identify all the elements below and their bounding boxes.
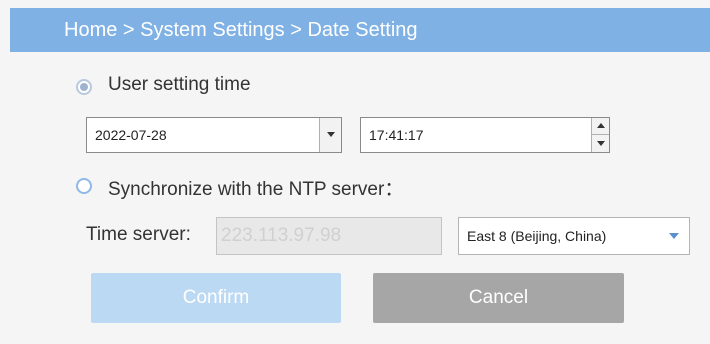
time-server-input[interactable]: 223.113.97.98 xyxy=(216,217,442,255)
cancel-button[interactable]: Cancel xyxy=(373,273,624,323)
spin-down-icon[interactable] xyxy=(592,135,609,152)
time-spinner[interactable]: 17:41:17 xyxy=(360,117,610,153)
date-value: 2022-07-28 xyxy=(95,127,167,143)
user-setting-radio[interactable] xyxy=(76,79,92,95)
user-setting-label[interactable]: User setting time xyxy=(108,74,251,96)
date-setting-panel: Home > System Settings > Date Setting Us… xyxy=(0,0,710,344)
timezone-value: East 8 (Beijing, China) xyxy=(467,228,607,244)
spin-up-icon[interactable] xyxy=(592,118,609,135)
ntp-sync-radio[interactable] xyxy=(76,178,92,194)
chevron-down-icon[interactable] xyxy=(319,118,341,152)
time-value: 17:41:17 xyxy=(369,127,424,143)
breadcrumb: Home > System Settings > Date Setting xyxy=(10,8,710,52)
timezone-select[interactable]: East 8 (Beijing, China) xyxy=(458,217,690,255)
time-spin-buttons xyxy=(591,118,609,152)
confirm-button[interactable]: Confirm xyxy=(91,273,341,323)
ntp-sync-label[interactable]: Synchronize with the NTP server： xyxy=(108,174,403,201)
date-combobox[interactable]: 2022-07-28 xyxy=(86,117,342,153)
time-server-label: Time server: xyxy=(86,224,191,245)
time-server-value: 223.113.97.98 xyxy=(221,225,342,246)
caret-down-icon xyxy=(669,233,679,239)
